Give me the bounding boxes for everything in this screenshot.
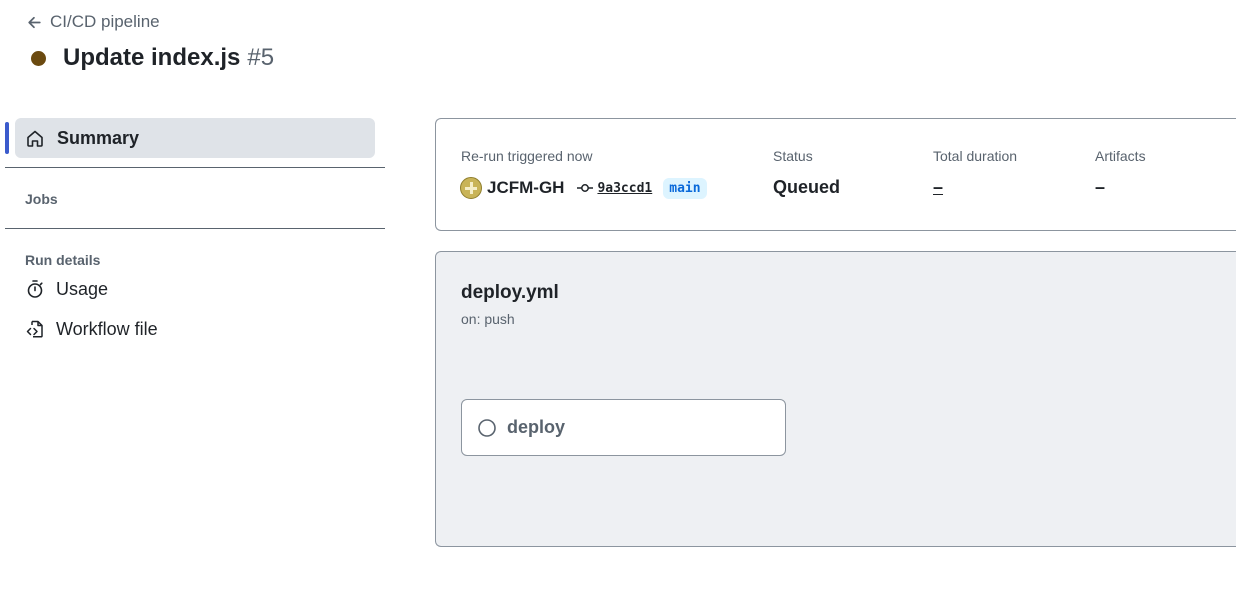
- arrow-left-icon: [28, 16, 41, 28]
- workflow-graph: deploy.yml on: push deploy: [435, 251, 1236, 547]
- status-label: Status: [773, 148, 813, 164]
- back-link[interactable]: CI/CD pipeline: [26, 12, 160, 32]
- queued-status-icon: [478, 418, 496, 437]
- sidebar-item-label: Usage: [56, 278, 109, 299]
- workflow-name: deploy.yml: [461, 282, 559, 303]
- run-details-section-title: Run details: [25, 252, 101, 268]
- home-icon: [27, 130, 43, 147]
- trigger-label: Re-run triggered now: [461, 148, 593, 164]
- trigger-info: JCFM-GH 9a3ccd1 main: [460, 177, 707, 199]
- duration-label: Total duration: [933, 148, 1018, 164]
- artifacts-value: –: [1095, 177, 1106, 197]
- duration-value[interactable]: –: [933, 177, 943, 198]
- avatar[interactable]: [460, 177, 482, 199]
- status-dot-icon: [31, 50, 46, 66]
- sidebar-item-label: Workflow file: [56, 318, 158, 339]
- divider: [5, 167, 385, 168]
- job-card-deploy[interactable]: deploy: [461, 399, 786, 456]
- run-number: #5: [247, 44, 275, 71]
- sidebar-item-usage[interactable]: Usage: [5, 269, 385, 309]
- sidebar: Summary Jobs Run details Usage Workflow …: [5, 118, 385, 349]
- page-title: Update index.js: [63, 44, 241, 71]
- workflow-trigger: on: push: [461, 311, 515, 327]
- page-header: Update index.js #5: [31, 44, 274, 72]
- job-name: deploy: [507, 417, 566, 437]
- jobs-section-title: Jobs: [25, 191, 58, 207]
- artifacts-label: Artifacts: [1095, 148, 1146, 164]
- status-value: Queued: [773, 177, 841, 197]
- active-indicator: [5, 122, 9, 154]
- commit-info: 9a3ccd1: [576, 179, 652, 197]
- stopwatch-icon: [27, 280, 43, 298]
- commit-link[interactable]: 9a3ccd1: [597, 181, 652, 196]
- branch-badge[interactable]: main: [663, 177, 707, 199]
- sidebar-item-workflow-file[interactable]: Workflow file: [5, 309, 385, 349]
- back-link-label: CI/CD pipeline: [50, 12, 160, 31]
- git-commit-icon: [577, 184, 594, 192]
- divider: [5, 228, 385, 229]
- run-summary-card: Re-run triggered now JCFM-GH 9a3ccd1 mai…: [435, 118, 1236, 231]
- actor-name[interactable]: JCFM-GH: [487, 178, 564, 198]
- file-code-icon: [26, 320, 43, 338]
- sidebar-item-summary[interactable]: Summary: [5, 118, 375, 158]
- sidebar-item-label: Summary: [57, 127, 140, 148]
